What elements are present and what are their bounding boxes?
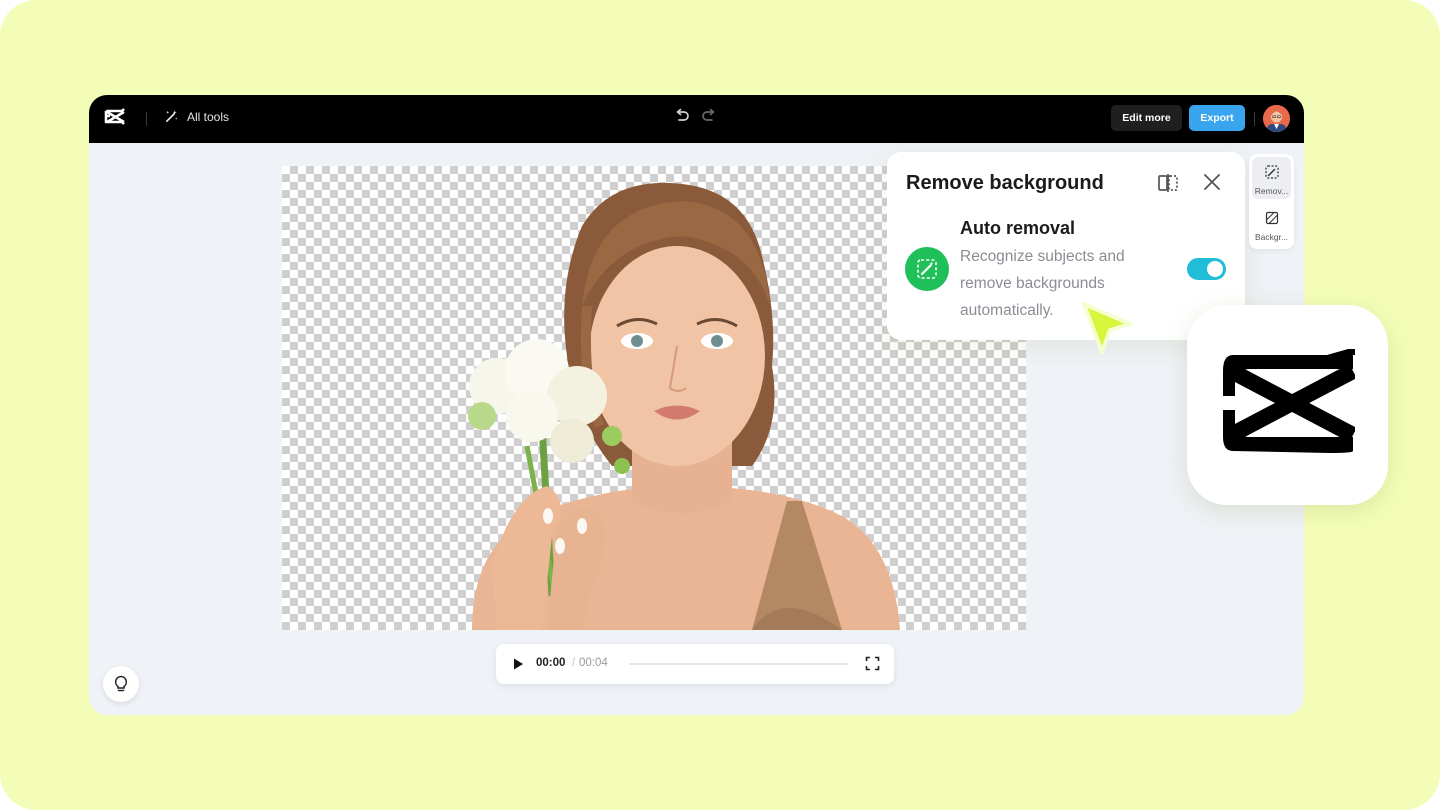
panel-title: Remove background [906, 172, 1104, 194]
top-bar: All tools Edit more Export [89, 95, 1304, 143]
magic-wand-icon [166, 110, 178, 122]
export-button[interactable]: Export [1189, 105, 1245, 131]
lightbulb-icon [114, 675, 128, 692]
toggle-knob [1207, 261, 1223, 277]
progress-track[interactable] [629, 663, 848, 665]
play-icon[interactable] [511, 657, 525, 671]
side-tab-bar: Remov... Backgr... [1249, 154, 1294, 249]
capcut-logo-icon [1223, 349, 1355, 453]
tab-label: Backgr... [1254, 232, 1289, 242]
current-time: 00:00 [536, 657, 566, 669]
user-avatar[interactable] [1263, 105, 1290, 132]
tab-remove-background[interactable]: Remov... [1252, 157, 1291, 199]
fullscreen-icon[interactable] [865, 656, 880, 671]
all-tools-button[interactable]: All tools [164, 109, 229, 124]
redo-icon[interactable] [700, 107, 718, 125]
tab-label: Remov... [1254, 186, 1289, 196]
video-player-controls: 00:00 / 00:04 [496, 644, 894, 684]
tips-button[interactable] [103, 666, 139, 702]
close-icon[interactable] [1202, 172, 1222, 192]
pointer-cursor-icon [1082, 302, 1132, 354]
capcut-logo-card [1187, 305, 1388, 505]
tab-background[interactable]: Backgr... [1252, 203, 1291, 245]
edit-more-button[interactable]: Edit more [1111, 105, 1182, 131]
undo-icon[interactable] [673, 107, 691, 125]
auto-removal-icon [905, 247, 949, 291]
time-separator: / [572, 657, 576, 669]
duration: 00:04 [579, 657, 608, 669]
auto-removal-toggle[interactable] [1187, 258, 1226, 280]
feature-title: Auto removal [960, 218, 1076, 238]
remove-background-icon [1265, 165, 1279, 179]
topbar-divider [146, 112, 147, 126]
background-icon [1265, 211, 1279, 225]
compare-icon[interactable] [1157, 172, 1179, 194]
topbar-divider [1254, 112, 1255, 126]
capcut-logo-icon[interactable] [103, 107, 127, 129]
remove-background-panel: Remove background Auto removal Recognize… [887, 152, 1245, 340]
all-tools-label: All tools [187, 109, 230, 124]
